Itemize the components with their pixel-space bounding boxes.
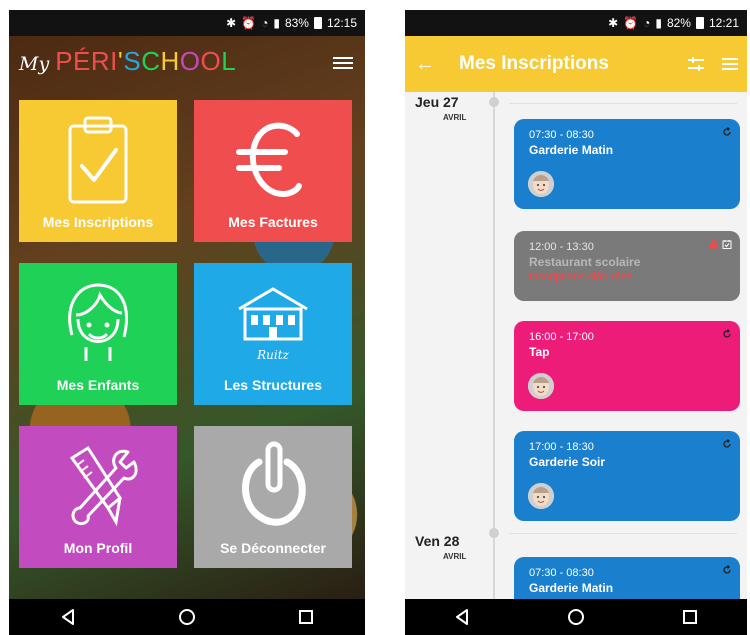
recurring-icon: [722, 127, 732, 137]
bluetooth-icon: ✱: [608, 16, 619, 30]
hamburger-menu-icon[interactable]: [713, 57, 747, 71]
home-screen: ✱ ⏰ ◔ ▮ 83% 12:15 My PÉRI'SCHOOL Mes Ins…: [9, 10, 365, 635]
wifi-icon: ◔: [261, 16, 269, 30]
app-logo: My PÉRI'SCHOOL: [19, 46, 236, 80]
card-time: 16:00 - 17:00: [529, 331, 594, 343]
card-time: 07:30 - 08:30: [529, 567, 594, 579]
day-separator: [509, 103, 737, 104]
timeline-line: [493, 92, 495, 599]
card-title: Garderie Soir: [529, 455, 606, 469]
alarm-icon: ⏰: [241, 16, 257, 30]
card-title: Garderie Matin: [529, 143, 614, 157]
android-nav-bar: [405, 599, 747, 635]
recents-square-icon[interactable]: [675, 602, 705, 632]
recents-square-icon[interactable]: [291, 602, 321, 632]
back-triangle-icon[interactable]: [53, 602, 83, 632]
card-status: Inscriptions clôturées: [529, 271, 633, 283]
activity-card-closed[interactable]: 12:00 - 13:30 Restaurant scolaire Inscri…: [514, 231, 740, 301]
tools-icon: [69, 445, 138, 527]
child-face-icon: [68, 283, 128, 361]
recurring-icon: [722, 329, 732, 339]
app-bar: ← Mes Inscriptions: [405, 36, 747, 92]
day-month: AVRIL: [443, 552, 467, 561]
activity-card[interactable]: 07:30 - 08:30 Garderie Matin: [514, 119, 740, 209]
calendar-check-icon: [722, 240, 732, 249]
inscriptions-screen: ✱ ⏰ ◔ ▮ 82% 12:21 ← Mes Inscriptions Jeu…: [405, 10, 747, 635]
activity-card[interactable]: 16:00 - 17:00 Tap: [514, 321, 740, 411]
battery-icon: [695, 17, 704, 29]
day-header: Ven 28 AVRIL: [415, 533, 466, 561]
back-arrow-icon[interactable]: ←: [405, 53, 445, 76]
android-nav-bar: [9, 599, 365, 635]
lock-icon: [710, 239, 718, 249]
day-month: AVRIL: [443, 113, 467, 122]
activity-card[interactable]: 07:30 - 08:30 Garderie Matin: [514, 557, 740, 599]
status-bar: ✱ ⏰ ◔ ▮ 82% 12:21: [405, 10, 747, 36]
status-time: 12:15: [326, 16, 357, 30]
battery-percent: 82%: [666, 16, 691, 30]
tile-label: Les Structures: [223, 377, 323, 393]
tile-label: Se Déconnecter: [220, 540, 326, 556]
tile-les-structures[interactable]: Ruitz Les Structures: [194, 263, 352, 405]
bluetooth-icon: ✱: [226, 16, 237, 30]
card-title: Tap: [529, 345, 550, 359]
signal-icon: ▮: [273, 16, 280, 30]
day-name: Ven 28: [415, 533, 460, 549]
child-avatar: [528, 171, 554, 197]
tile-mes-inscriptions[interactable]: Mes Inscriptions: [19, 100, 177, 242]
day-name: Jeu 27: [415, 94, 459, 110]
hamburger-menu-icon[interactable]: [333, 54, 353, 70]
battery-icon: [313, 17, 322, 29]
wifi-icon: ◔: [643, 16, 651, 30]
euro-icon: [236, 122, 302, 198]
day-header: Jeu 27 AVRIL: [415, 94, 466, 122]
clipboard-check-icon: [68, 116, 128, 204]
card-title: Restaurant scolaire: [529, 255, 641, 269]
logo-perischool: PÉRI'SCHOOL: [55, 46, 237, 76]
timeline-dot: [489, 528, 499, 538]
filter-sliders-icon[interactable]: [679, 56, 713, 72]
card-time: 12:00 - 13:30: [529, 241, 594, 253]
timeline[interactable]: Jeu 27 AVRIL 07:30 - 08:30 Garderie Mati…: [405, 92, 747, 599]
activity-card[interactable]: 17:00 - 18:30 Garderie Soir: [514, 431, 740, 521]
home-circle-icon[interactable]: [172, 602, 202, 632]
child-avatar: [528, 483, 554, 509]
school-building-icon: Ruitz: [238, 287, 308, 362]
tile-label: Mes Inscriptions: [42, 214, 154, 230]
structure-caption: Ruitz: [256, 348, 289, 362]
recurring-icon: [722, 439, 732, 449]
logo-my: My: [19, 53, 50, 75]
card-time: 07:30 - 08:30: [529, 129, 594, 141]
child-avatar: [528, 373, 554, 399]
recurring-icon: [722, 565, 732, 575]
power-icon: [242, 441, 306, 526]
card-title: Garderie Matin: [529, 581, 614, 595]
back-triangle-icon[interactable]: [447, 602, 477, 632]
tile-se-deconnecter[interactable]: Se Déconnecter: [194, 426, 352, 568]
tile-label: Mon Profil: [63, 540, 133, 556]
card-time: 17:00 - 18:30: [529, 441, 594, 453]
day-separator: [509, 533, 737, 534]
tile-label: Mes Factures: [228, 214, 318, 230]
status-time: 12:21: [708, 16, 739, 30]
tile-mes-enfants[interactable]: Mes Enfants: [19, 263, 177, 405]
timeline-dot: [489, 97, 499, 107]
tile-mes-factures[interactable]: Mes Factures: [194, 100, 352, 242]
status-bar: ✱ ⏰ ◔ ▮ 83% 12:15: [9, 10, 365, 36]
alarm-icon: ⏰: [623, 16, 639, 30]
battery-percent: 83%: [284, 16, 309, 30]
tile-label: Mes Enfants: [56, 377, 140, 393]
signal-icon: ▮: [655, 16, 662, 30]
page-title: Mes Inscriptions: [459, 53, 609, 74]
home-circle-icon[interactable]: [561, 602, 591, 632]
tile-mon-profil[interactable]: Mon Profil: [19, 426, 177, 568]
